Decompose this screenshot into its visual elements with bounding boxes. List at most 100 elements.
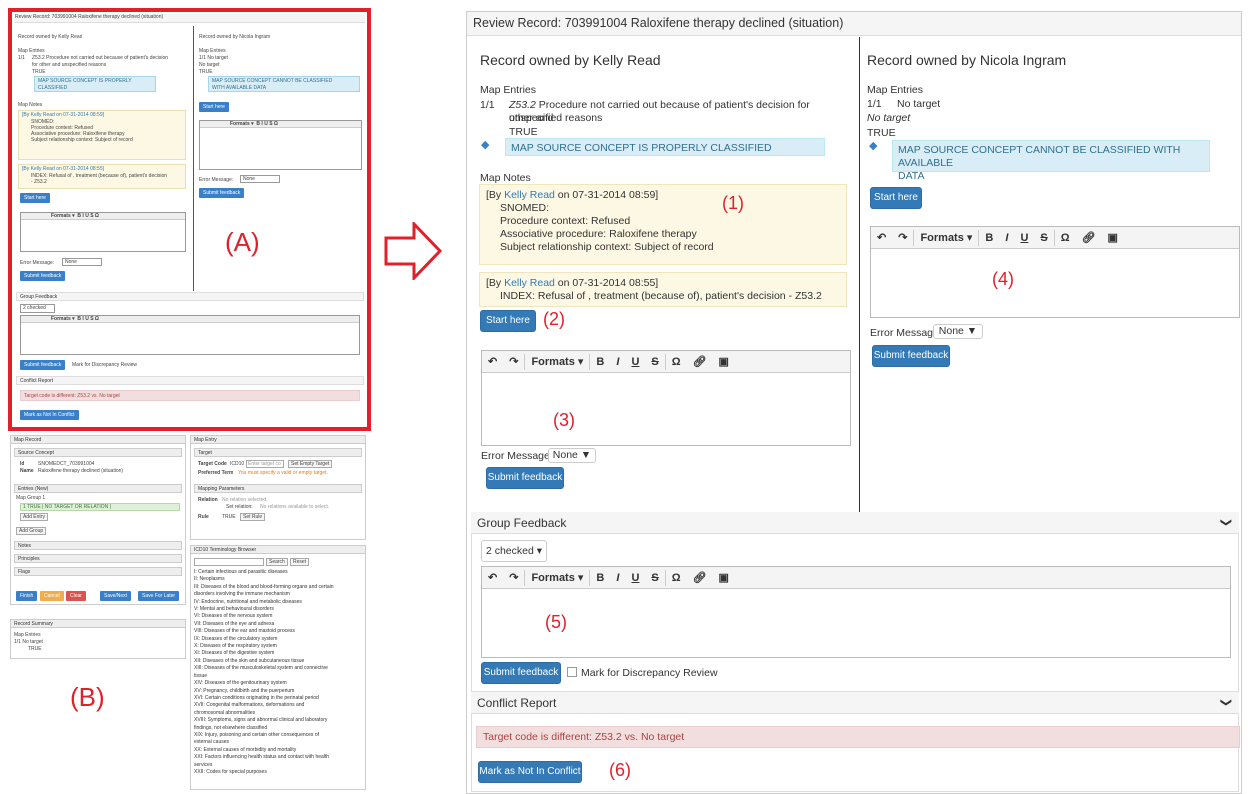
bold-icon[interactable]: B	[590, 356, 610, 368]
left-error-select[interactable]: None ▼	[548, 448, 596, 463]
right-start-here-button[interactable]: Start here	[870, 187, 922, 209]
left-feedback-editor[interactable]: ↶ ↷ Formats ▾ BIUS Ω 🔗︎ ▣	[481, 350, 851, 446]
group-formats-dropdown[interactable]: Formats ▾	[525, 571, 589, 584]
thumb-b-group-entry[interactable]: 1 TRUE | NO TARGET OR RELATION |	[20, 503, 180, 511]
left-submit-feedback[interactable]: Submit feedback	[486, 467, 564, 489]
thumb-b-entries[interactable]: Entries (New)	[14, 484, 182, 493]
thumb-b-add-entry[interactable]: Add Entry	[20, 513, 48, 521]
thumb-a-error-select-right[interactable]: None	[240, 175, 280, 183]
chapter-item[interactable]: X: Diseases of the respiratory system	[194, 643, 362, 650]
thumb-b-target[interactable]: Target	[194, 448, 362, 457]
thumb-a-mark-not-conflict[interactable]: Mark as Not In Conflict	[20, 410, 79, 420]
left-start-here-button[interactable]: Start here	[480, 310, 536, 332]
thumb-b-principles[interactable]: Principles	[14, 554, 182, 563]
thumb-a-group-feedback-header[interactable]: Group Feedback	[16, 292, 364, 301]
thumb-a-group-editor[interactable]: Formats ▾ B I U S Ω	[20, 315, 360, 355]
chapter-item[interactable]: II: Neoplasms	[194, 576, 362, 583]
underline-icon[interactable]: U	[625, 572, 645, 584]
group-submit-feedback[interactable]: Submit feedback	[481, 662, 561, 684]
chapter-item[interactable]: services	[194, 762, 362, 769]
strikethrough-icon[interactable]: S	[1034, 232, 1053, 244]
right-formats-dropdown[interactable]: Formats ▾	[914, 231, 978, 244]
italic-icon[interactable]: I	[999, 232, 1014, 244]
thumb-b-set-rule[interactable]: Set Rule	[240, 513, 266, 521]
thumb-b-finish[interactable]: Finish	[16, 591, 38, 601]
chapter-item[interactable]: XVI: Certain conditions originating in t…	[194, 695, 362, 702]
chevron-down-icon[interactable]: ❯	[1220, 518, 1233, 527]
link-icon[interactable]: 🔗︎	[1076, 231, 1102, 244]
image-icon[interactable]: ▣	[713, 571, 735, 584]
chapter-item[interactable]: chromosomal abnormalities	[194, 710, 362, 717]
chapter-item[interactable]: findings, not elsewhere classified	[194, 725, 362, 732]
italic-icon[interactable]: I	[610, 356, 625, 368]
italic-icon[interactable]: I	[610, 572, 625, 584]
bold-icon[interactable]: B	[590, 572, 610, 584]
chevron-down-icon[interactable]: ❯	[1220, 698, 1233, 707]
thumb-a-conflict-header[interactable]: Conflict Report	[16, 376, 364, 385]
group-feedback-editor[interactable]: ↶ ↷ Formats ▾ BIUS Ω 🔗︎ ▣	[481, 566, 1231, 658]
chapter-item[interactable]: XI: Diseases of the digestive system	[194, 650, 362, 657]
omega-icon[interactable]: Ω	[666, 572, 687, 584]
right-feedback-editor[interactable]: ↶ ↷ Formats ▾ BIUS Ω 🔗︎ ▣	[870, 226, 1240, 318]
chapter-item[interactable]: XX: External causes of morbidity and mor…	[194, 747, 362, 754]
thumb-a-start-here-right[interactable]: Start here	[199, 102, 229, 112]
chapter-item[interactable]: tissue	[194, 673, 362, 680]
chapter-item[interactable]: XVII: Congenital malformations, deformat…	[194, 702, 362, 709]
chapter-item[interactable]: XIII: Diseases of the musculoskeletal sy…	[194, 665, 362, 672]
link-icon[interactable]: 🔗︎	[687, 571, 713, 584]
chapter-item[interactable]: XIX: Injury, poisoning and certain other…	[194, 732, 362, 739]
thumb-a-error-select-left[interactable]: None	[62, 258, 102, 266]
checked-dropdown[interactable]: 2 checked ▾	[481, 540, 547, 562]
omega-icon[interactable]: Ω	[666, 356, 687, 368]
thumb-b-browser-search-input[interactable]	[194, 558, 264, 566]
strikethrough-icon[interactable]: S	[645, 572, 664, 584]
underline-icon[interactable]: U	[1014, 232, 1034, 244]
chapter-item[interactable]: III: Diseases of the blood and blood-for…	[194, 584, 362, 591]
thumb-b-source-concept[interactable]: Source Concept	[14, 448, 182, 457]
chapter-item[interactable]: VIII: Diseases of the ear and mastoid pr…	[194, 628, 362, 635]
thumb-b-cancel[interactable]: Cancel	[40, 591, 64, 601]
chapter-item[interactable]: IX: Diseases of the circulatory system	[194, 636, 362, 643]
link-icon[interactable]: 🔗︎	[687, 355, 713, 368]
chapter-item[interactable]: XIV: Diseases of the genitourinary syste…	[194, 680, 362, 687]
chapter-item[interactable]: I: Certain infectious and parasitic dise…	[194, 569, 362, 576]
chapter-item[interactable]: XXII: Codes for special purposes	[194, 769, 362, 776]
left-formats-dropdown[interactable]: Formats ▾	[525, 355, 589, 368]
conflict-report-header[interactable]: Conflict Report ❯	[471, 692, 1239, 714]
thumb-a-submit-right[interactable]: Submit feedback	[199, 188, 245, 198]
redo-icon[interactable]: ↷	[503, 355, 524, 368]
right-error-select[interactable]: None ▼	[933, 324, 983, 339]
chapter-item[interactable]: disorders involving the immune mechanism	[194, 591, 362, 598]
undo-icon[interactable]: ↶	[482, 355, 503, 368]
thumb-b-flags[interactable]: Flags	[14, 567, 182, 576]
underline-icon[interactable]: U	[625, 356, 645, 368]
bold-icon[interactable]: B	[979, 232, 999, 244]
strikethrough-icon[interactable]: S	[645, 356, 664, 368]
chapter-item[interactable]: XXI: Factors influencing health status a…	[194, 754, 362, 761]
thumb-a-formats-group[interactable]: Formats	[51, 316, 71, 322]
thumb-b-target-input[interactable]: Enter target co	[246, 460, 284, 468]
image-icon[interactable]: ▣	[713, 355, 735, 368]
chapter-item[interactable]: V: Mental and behavioural disorders	[194, 606, 362, 613]
thumb-b-reset-button[interactable]: Reset	[290, 558, 310, 566]
thumb-a-checked[interactable]: 2 checked	[20, 304, 55, 313]
mark-not-in-conflict-button[interactable]: Mark as Not In Conflict	[478, 761, 582, 783]
undo-icon[interactable]: ↶	[871, 231, 892, 244]
thumb-a-editor-left[interactable]: Formats ▾ B I U S Ω	[20, 212, 186, 252]
thumb-b-search-button[interactable]: Search	[266, 558, 288, 566]
thumb-b-mapping-params[interactable]: Mapping Parameters	[194, 484, 362, 493]
chapter-item[interactable]: VI: Diseases of the nervous system	[194, 613, 362, 620]
thumb-b-map-group[interactable]: Map Group 1	[16, 495, 45, 501]
chapter-item[interactable]: IV: Endocrine, nutritional and metabolic…	[194, 599, 362, 606]
thumb-b-add-group[interactable]: Add Group	[16, 527, 47, 535]
image-icon[interactable]: ▣	[1102, 231, 1124, 244]
note-2-author[interactable]: Kelly Read	[504, 277, 555, 289]
thumb-a-formats-left[interactable]: Formats	[51, 213, 71, 219]
chapter-item[interactable]: VII: Diseases of the eye and adnexa	[194, 621, 362, 628]
thumb-b-set-empty[interactable]: Set Empty Target	[288, 460, 333, 468]
thumb-a-submit-left[interactable]: Submit feedback	[20, 271, 66, 281]
thumb-b-notes[interactable]: Notes	[14, 541, 182, 550]
redo-icon[interactable]: ↷	[892, 231, 913, 244]
thumb-b-save-later[interactable]: Save For Later	[138, 591, 180, 601]
chapter-item[interactable]: external causes	[194, 739, 362, 746]
